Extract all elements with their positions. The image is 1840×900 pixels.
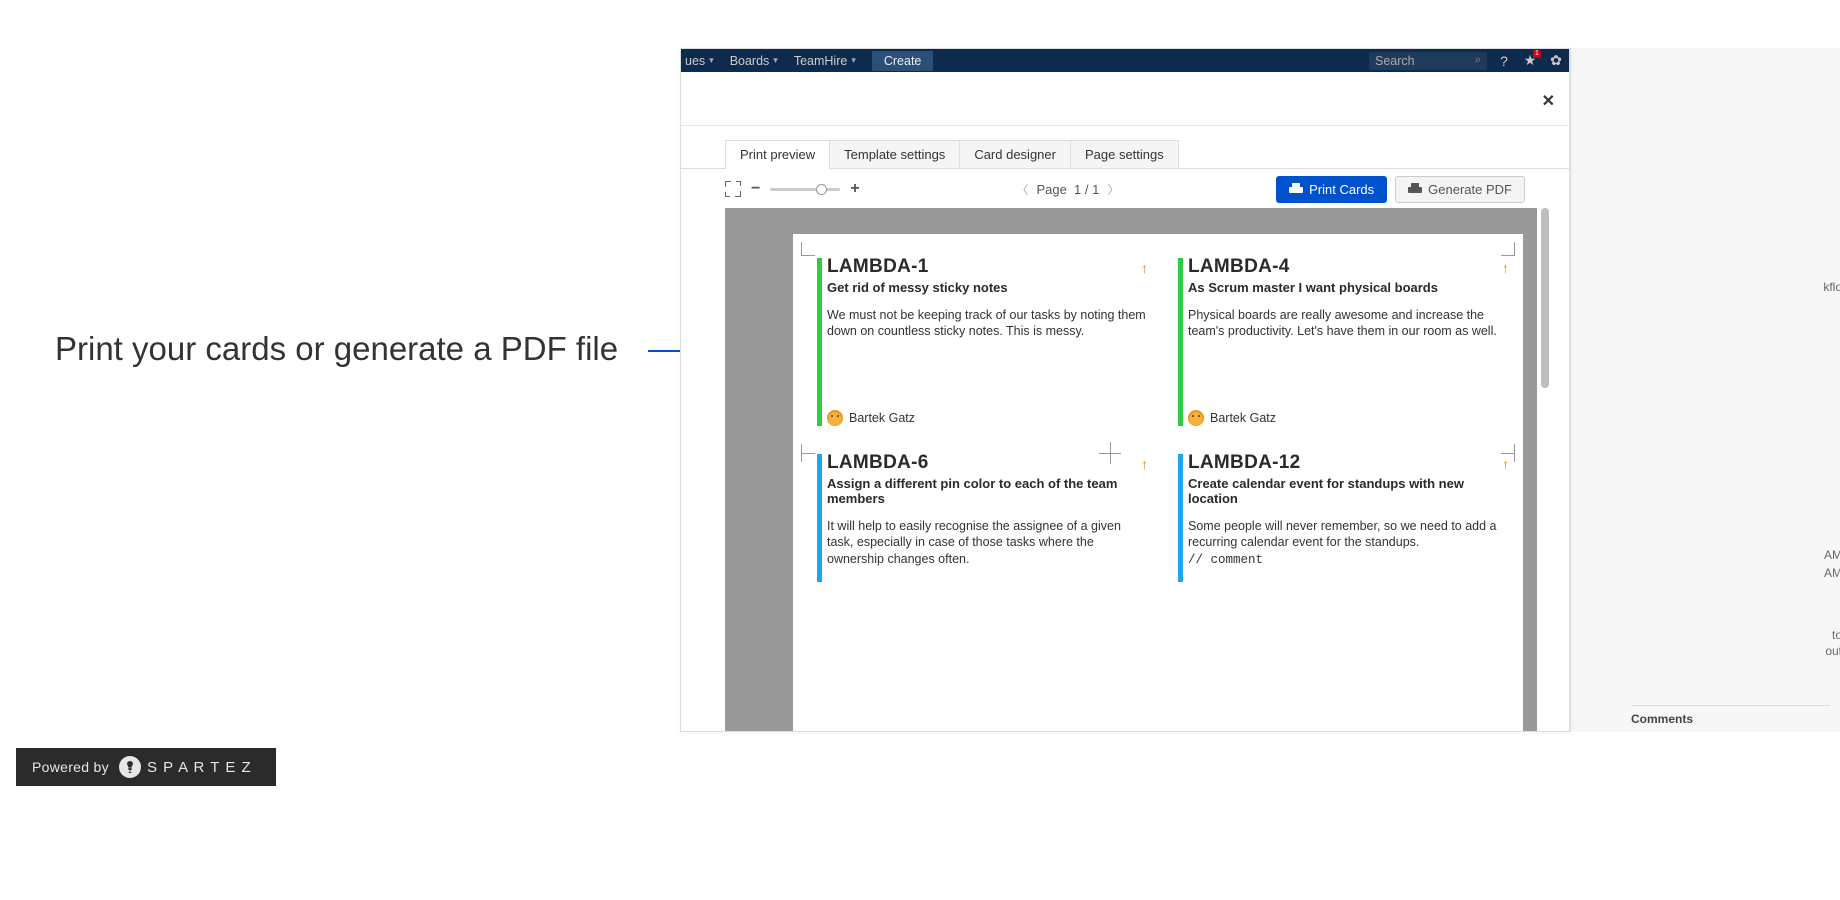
gear-icon[interactable]: ✿	[1543, 52, 1569, 69]
crop-mark-icon	[801, 242, 815, 256]
card-stripe	[1178, 454, 1183, 582]
search-icon: ⌕	[1475, 54, 1481, 67]
priority-up-icon: ↑	[1502, 260, 1509, 276]
prev-page-button[interactable]: 〈	[1016, 181, 1028, 198]
card-summary: As Scrum master I want physical boards	[1188, 280, 1511, 295]
zoom-slider[interactable]	[770, 188, 840, 191]
next-page-button[interactable]: 〉	[1107, 181, 1119, 198]
page-label: Page 1 / 1	[1036, 182, 1099, 197]
modal-body: Print preview Template settings Card des…	[681, 125, 1569, 731]
card-summary: Create calendar event for standups with …	[1188, 476, 1511, 506]
caret-down-icon: ▾	[773, 55, 778, 66]
avatar-icon	[827, 410, 843, 426]
create-button[interactable]: Create	[872, 51, 934, 71]
tab-bar: Print preview Template settings Card des…	[681, 126, 1569, 169]
crop-mark-icon	[801, 446, 815, 460]
scrollbar[interactable]	[1541, 208, 1549, 731]
background-sidebar: kflo AM AM to out Comments	[1570, 48, 1840, 732]
card-description: We must not be keeping track of our task…	[827, 307, 1150, 340]
card-key: LAMBDA-1	[827, 256, 1150, 278]
top-navigation: ues ▾ Boards ▾ TeamHire ▾ Create Search …	[681, 49, 1569, 72]
caret-down-icon: ▾	[851, 55, 856, 66]
card-assignee: Bartek Gatz	[827, 410, 915, 426]
card: ↑ LAMBDA-1 Get rid of messy sticky notes…	[817, 256, 1150, 426]
card-description: Physical boards are really awesome and i…	[1188, 307, 1511, 340]
card-description: It will help to easily recognise the ass…	[827, 518, 1150, 567]
marketing-caption: Print your cards or generate a PDF file	[55, 330, 618, 368]
notification-badge: 1	[1533, 50, 1541, 58]
card-code: // comment	[1188, 553, 1263, 567]
card-stripe	[1178, 258, 1183, 426]
help-icon[interactable]: ?	[1491, 53, 1517, 69]
spartez-logo-icon	[119, 756, 141, 778]
tab-page-settings[interactable]: Page settings	[1070, 140, 1179, 168]
caret-down-icon: ▾	[709, 55, 714, 66]
powered-by-footer: Powered by S P A R T E Z	[16, 748, 276, 786]
tab-template-settings[interactable]: Template settings	[829, 140, 960, 168]
zoom-in-button[interactable]: +	[850, 180, 859, 198]
preview-canvas: ↑ LAMBDA-1 Get rid of messy sticky notes…	[725, 208, 1537, 731]
card-assignee: Bartek Gatz	[1188, 410, 1276, 426]
star-icon[interactable]: ★1	[1517, 52, 1543, 69]
card-stripe	[817, 258, 822, 426]
card-summary: Assign a different pin color to each of …	[827, 476, 1150, 506]
nav-teamhire[interactable]: TeamHire ▾	[786, 54, 864, 68]
priority-up-icon: ↑	[1141, 260, 1148, 276]
card-key: LAMBDA-12	[1188, 452, 1511, 474]
app-window: ues ▾ Boards ▾ TeamHire ▾ Create Search …	[680, 48, 1570, 732]
preview-page: ↑ LAMBDA-1 Get rid of messy sticky notes…	[793, 234, 1523, 731]
card-stripe	[817, 454, 822, 582]
comments-header: Comments	[1631, 705, 1830, 726]
generate-pdf-button[interactable]: Generate PDF	[1395, 176, 1525, 203]
tab-card-designer[interactable]: Card designer	[959, 140, 1071, 168]
priority-up-icon: ↑	[1502, 456, 1509, 472]
search-input[interactable]: Search ⌕	[1369, 52, 1487, 70]
card: ↑ LAMBDA-12 Create calendar event for st…	[1178, 452, 1511, 582]
close-icon[interactable]: ✕	[1542, 91, 1555, 111]
print-cards-button[interactable]: Print Cards	[1276, 176, 1387, 203]
card: ↑ LAMBDA-6 Assign a different pin color …	[817, 452, 1150, 582]
crop-mark-icon	[1501, 242, 1515, 256]
nav-issues[interactable]: ues ▾	[681, 54, 722, 68]
card-key: LAMBDA-4	[1188, 256, 1511, 278]
print-icon	[1289, 183, 1303, 195]
preview-toolbar: − + 〈 Page 1 / 1 〉 Print Cards	[681, 169, 1569, 209]
priority-up-icon: ↑	[1141, 456, 1148, 472]
nav-boards[interactable]: Boards ▾	[722, 54, 786, 68]
fullscreen-icon[interactable]	[725, 181, 741, 197]
printer-icon	[1408, 183, 1422, 195]
avatar-icon	[1188, 410, 1204, 426]
card-key: LAMBDA-6	[827, 452, 1150, 474]
card: ↑ LAMBDA-4 As Scrum master I want physic…	[1178, 256, 1511, 426]
tab-print-preview[interactable]: Print preview	[725, 140, 830, 168]
card-description: Some people will never remember, so we n…	[1188, 518, 1511, 568]
zoom-out-button[interactable]: −	[751, 180, 760, 198]
card-summary: Get rid of messy sticky notes	[827, 280, 1150, 295]
